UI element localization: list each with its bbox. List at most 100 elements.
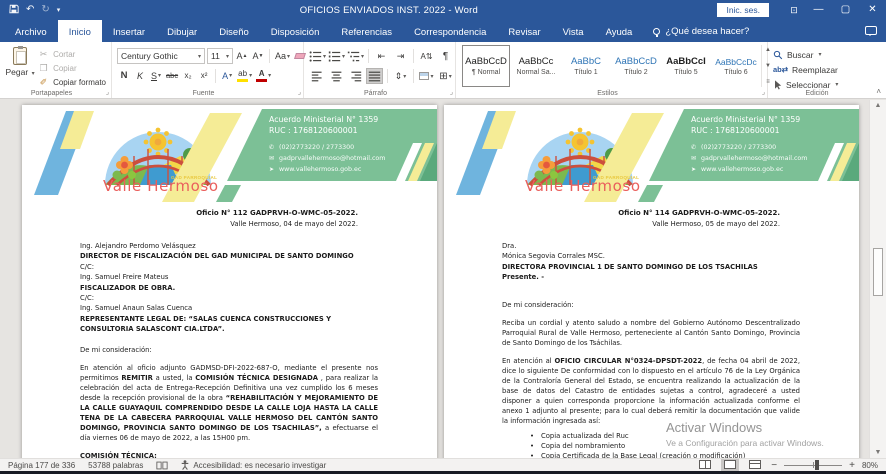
cursor-icon (773, 80, 782, 90)
font-color-button[interactable]: A▾ (255, 68, 272, 83)
style-card-titulo1[interactable]: AaBbC Título 1 (562, 45, 610, 87)
tab-referencias[interactable]: Referencias (330, 20, 403, 42)
phone-icon: ✆ (269, 142, 279, 153)
ribbon: Pegar ▾ ✂ Cortar ❐ Copiar ✐ Copiar forma… (0, 42, 886, 99)
numbering-button[interactable]: ▾ (328, 48, 345, 64)
align-right-button[interactable] (347, 68, 364, 84)
collapse-ribbon-icon[interactable]: ˄ (876, 87, 881, 96)
quick-access-toolbar: ↶ ↻ ▾ (0, 4, 60, 17)
group-estilos: AaBbCcD ¶ Normal AaBbCc Normal Sa... AaB… (456, 42, 768, 98)
accessibility-icon (181, 460, 189, 470)
zoom-out-button[interactable]: − (771, 460, 777, 471)
change-case-button[interactable]: Aa▾ (274, 49, 291, 64)
tab-revisar[interactable]: Revisar (497, 20, 551, 42)
line-spacing-button[interactable]: ⇕▾ (392, 68, 409, 84)
italic-button[interactable]: K (133, 68, 147, 83)
salutation: De mi consideración: (502, 300, 800, 310)
align-left-button[interactable] (309, 68, 326, 84)
font-family-combobox[interactable]: Century Gothic▾ (117, 48, 205, 64)
scrollbar-thumb[interactable] (873, 248, 883, 296)
decrease-indent-button[interactable]: ⇤ (373, 48, 390, 64)
increase-indent-button[interactable]: ⇥ (392, 48, 409, 64)
tab-inicio[interactable]: Inicio (58, 20, 102, 42)
subscript-button[interactable]: x₂ (181, 68, 195, 83)
recipient-block: Ing. Alejandro Perdomo Velásquez DIRECTO… (80, 241, 378, 335)
recipient-block: Dra. Mónica Segovia Corrales MSC. DIRECT… (502, 241, 800, 283)
strikethrough-button[interactable]: abc (165, 68, 179, 83)
highlight-button[interactable]: ab▾ (236, 68, 253, 83)
font-size-combobox[interactable]: 11▾ (207, 48, 233, 64)
cursor-icon: ➤ (691, 164, 701, 175)
format-painter-button[interactable]: ✐ Copiar formato (38, 76, 106, 89)
accessibility-status[interactable]: Accesibilidad: es necesario investigar (181, 460, 326, 470)
style-card-titulo5[interactable]: AaBbCcI Título 5 (662, 45, 710, 87)
bullets-button[interactable]: ▾ (309, 48, 326, 64)
zoom-slider[interactable] (784, 465, 842, 466)
tab-correspondencia[interactable]: Correspondencia (403, 20, 497, 42)
multilevel-list-button[interactable]: ▾ (347, 48, 364, 64)
comments-icon[interactable] (865, 26, 877, 35)
scroll-up-icon[interactable]: ▲ (870, 102, 886, 109)
style-card-sin-espaciado[interactable]: AaBbCc Normal Sa... (512, 45, 560, 87)
document-page-2[interactable]: Acuerdo Ministerial N° 1359 RUC : 176812… (444, 105, 859, 458)
grow-font-button[interactable]: A▲ (235, 49, 249, 64)
underline-button[interactable]: S▾ (149, 68, 163, 83)
save-icon[interactable] (9, 4, 19, 17)
signin-button[interactable]: Inic. ses. (717, 3, 769, 17)
shading-button[interactable]: ▾ (418, 68, 435, 84)
cut-button[interactable]: ✂ Cortar (38, 48, 106, 61)
restore-button[interactable]: ▢ (832, 0, 859, 20)
tab-vista[interactable]: Vista (552, 20, 595, 42)
qat-customize-icon[interactable]: ▾ (57, 7, 61, 14)
dialog-launcher-icon[interactable]: ⌟ (762, 89, 765, 96)
zoom-level[interactable]: 80% (862, 461, 878, 470)
align-center-button[interactable] (328, 68, 345, 84)
search-icon (773, 50, 783, 60)
show-formatting-marks-button[interactable]: ¶ (437, 48, 454, 64)
read-mode-button[interactable] (696, 459, 714, 472)
ribbon-display-options-icon[interactable]: ⊡ (783, 5, 805, 16)
vertical-scrollbar[interactable]: ▲ ▼ (869, 100, 886, 458)
style-card-titulo6[interactable]: AaBbCcDc Título 6 (712, 45, 760, 87)
page-indicator[interactable]: Página 177 de 336 (8, 461, 75, 470)
style-card-normal[interactable]: AaBbCcD ¶ Normal (462, 45, 510, 87)
superscript-button[interactable]: x² (197, 68, 211, 83)
tell-me-box[interactable]: ¿Qué desea hacer? (643, 20, 759, 42)
shrink-font-button[interactable]: A▼ (251, 49, 265, 64)
text-effects-button[interactable]: A▾ (220, 68, 234, 83)
tab-insertar[interactable]: Insertar (102, 20, 156, 42)
tab-archivo[interactable]: Archivo (4, 20, 58, 42)
dialog-launcher-icon[interactable]: ⌟ (450, 89, 453, 96)
replace-button[interactable]: ab⇄ Reemplazar (773, 63, 838, 76)
copy-button[interactable]: ❐ Copiar (38, 62, 106, 75)
minimize-button[interactable]: — (805, 0, 832, 20)
tab-disposicion[interactable]: Disposición (260, 20, 331, 42)
dialog-launcher-icon[interactable]: ⌟ (106, 89, 109, 96)
style-card-titulo2[interactable]: AaBbCcD Título 2 (612, 45, 660, 87)
justify-button[interactable] (366, 68, 383, 84)
letterhead-legal: Acuerdo Ministerial N° 1359 RUC : 176812… (691, 115, 800, 136)
zoom-in-button[interactable]: + (849, 460, 855, 471)
tab-diseno[interactable]: Diseño (208, 20, 260, 42)
word-count[interactable]: 53788 palabras (88, 461, 143, 470)
paste-button[interactable]: Pegar ▾ (5, 45, 35, 77)
sort-button[interactable]: A⇅ (418, 48, 435, 64)
zoom-slider-thumb[interactable] (815, 460, 819, 470)
tab-dibujar[interactable]: Dibujar (156, 20, 208, 42)
find-button[interactable]: Buscar▾ (773, 48, 838, 61)
close-button[interactable]: ✕ (859, 0, 886, 20)
redo-icon[interactable]: ↻ (41, 5, 49, 15)
undo-icon[interactable]: ↶ (26, 5, 34, 15)
proofing-status[interactable] (156, 461, 168, 470)
print-layout-button[interactable] (721, 459, 739, 472)
scroll-down-icon[interactable]: ▼ (870, 449, 886, 456)
bold-button[interactable]: N (117, 68, 131, 83)
borders-button[interactable]: ⊞▾ (437, 68, 454, 84)
tab-ayuda[interactable]: Ayuda (595, 20, 644, 42)
dialog-launcher-icon[interactable]: ⌟ (298, 89, 301, 96)
document-page-1[interactable]: Acuerdo Ministerial N° 1359 RUC : 176812… (22, 105, 437, 458)
zoom-tick (813, 462, 814, 468)
oficio-heading: Oficio N° 112 GADPRVH-O-WMC-05-2022. Val… (80, 208, 378, 229)
web-layout-button[interactable] (746, 459, 764, 472)
mail-icon: ✉ (691, 153, 701, 164)
